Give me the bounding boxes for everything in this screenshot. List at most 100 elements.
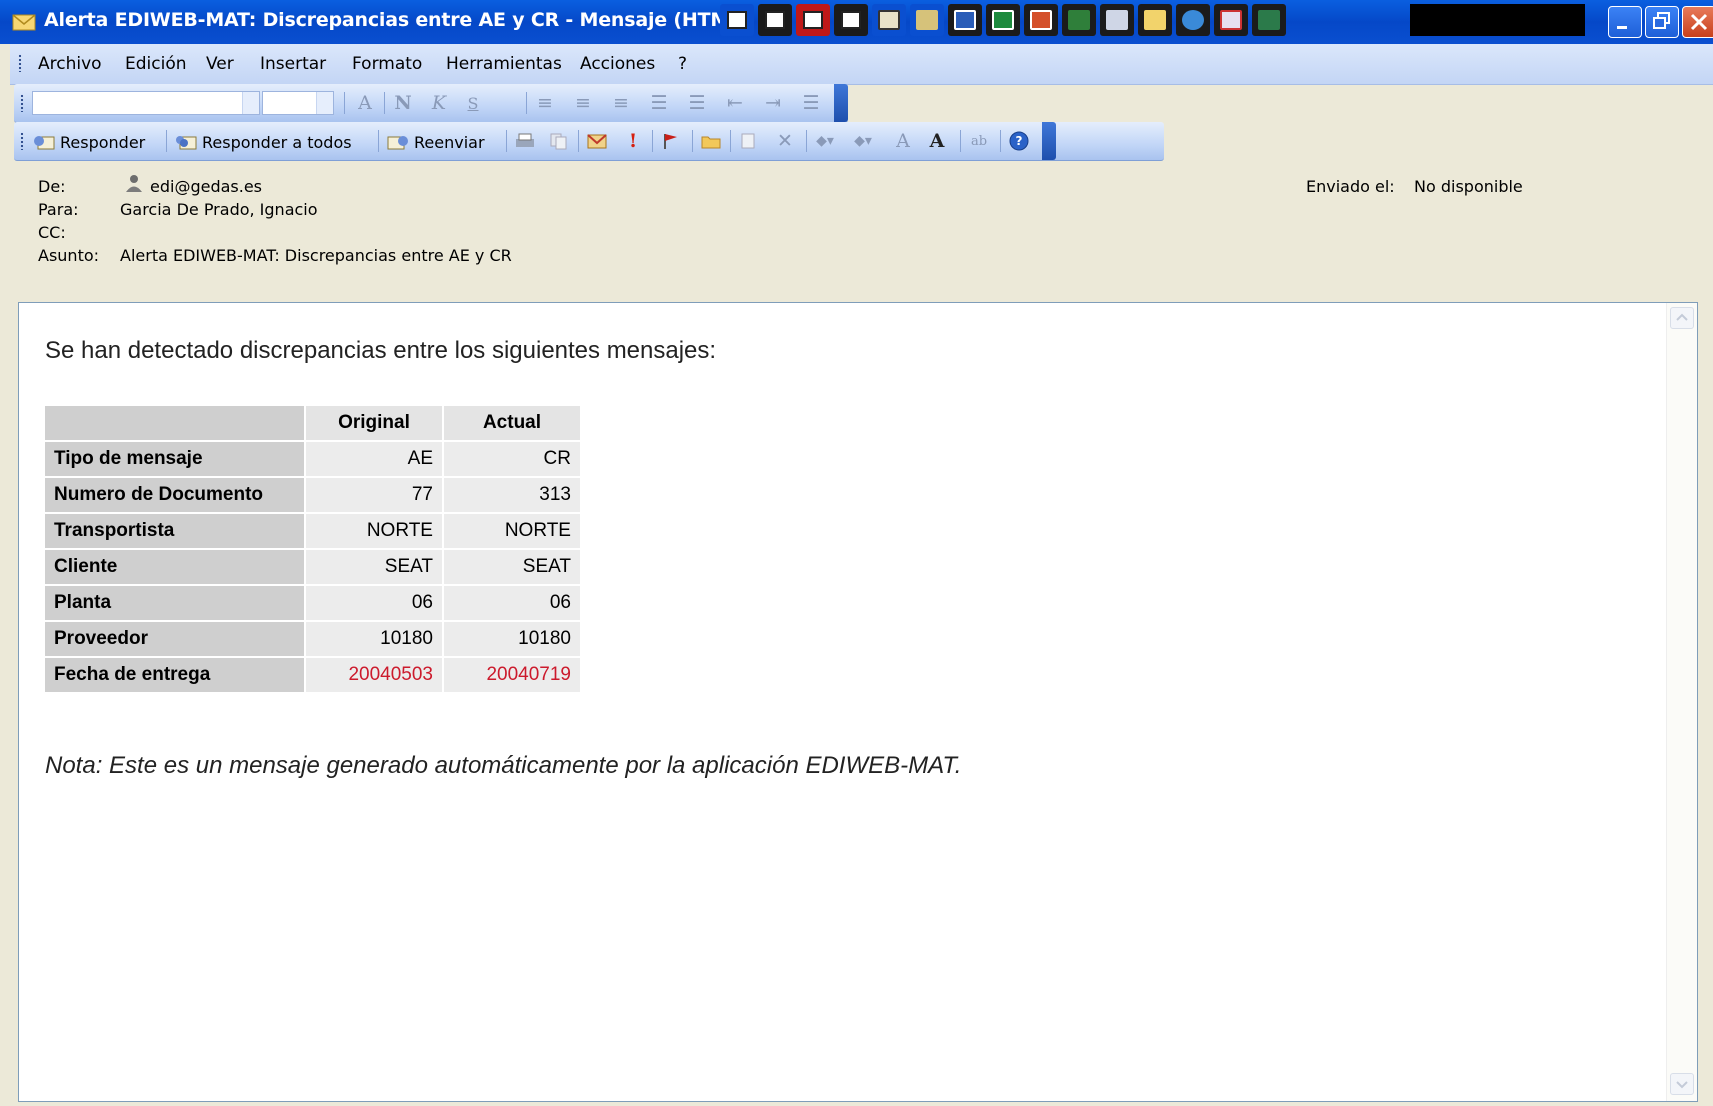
mark-unread-icon[interactable] <box>586 130 608 152</box>
reply-icon <box>34 136 55 150</box>
move-to-folder-icon[interactable] <box>700 130 722 152</box>
importance-icon[interactable]: ! <box>622 130 644 152</box>
align-left-icon[interactable]: ≡ <box>534 92 556 114</box>
original-value-discrepancy: 20040503 <box>304 656 444 694</box>
scroll-down-button[interactable] <box>1670 1073 1694 1095</box>
decrease-font-icon[interactable]: A <box>892 130 914 152</box>
table-row: Numero de Documento 77 313 <box>43 476 582 514</box>
original-value: 10180 <box>304 620 444 658</box>
word-icon[interactable] <box>948 4 982 36</box>
help-icon[interactable]: ? <box>1008 130 1030 152</box>
toolbar-options-chevron[interactable] <box>834 84 848 122</box>
menu-insertar[interactable]: Insertar <box>260 54 326 74</box>
standard-toolbar: Responder Responder a todos Reenviar ! ✕… <box>14 122 1164 161</box>
menu-grip-handle[interactable] <box>18 54 22 72</box>
menu-acciones[interactable]: Acciones <box>580 54 655 74</box>
browser-icon[interactable] <box>1176 4 1210 36</box>
reply-all-button[interactable]: Responder a todos <box>174 130 352 154</box>
increase-font-icon[interactable]: A <box>926 130 948 152</box>
message-body[interactable]: Se han detectado discrepancias entre los… <box>18 302 1698 1102</box>
decrease-indent-icon[interactable]: ⇤ <box>724 92 746 114</box>
font-name-combo[interactable] <box>32 91 260 115</box>
app-icon-4[interactable] <box>834 4 868 36</box>
svg-text:?: ? <box>1016 134 1023 148</box>
table-header-row: Original Actual <box>43 404 582 442</box>
menu-ver[interactable]: Ver <box>206 54 234 74</box>
actual-value: CR <box>442 440 582 478</box>
bullet-list-icon[interactable]: ☰ <box>686 92 708 114</box>
encoding-icon[interactable]: ab <box>968 130 990 152</box>
increase-indent-icon[interactable]: ⇥ <box>762 92 784 114</box>
formatting-toolbar: A N K S ≡ ≡ ≡ ☰ ☰ ⇤ ⇥ ☰ <box>14 84 848 123</box>
menu-formato[interactable]: Formato <box>352 54 422 74</box>
toolbar-options-chevron[interactable] <box>1042 122 1056 160</box>
restore-button[interactable] <box>1645 6 1679 38</box>
align-right-icon[interactable]: ≡ <box>610 92 632 114</box>
table-row: Transportista NORTE NORTE <box>43 512 582 550</box>
reply-all-label: Responder a todos <box>202 132 352 152</box>
font-color-icon[interactable]: A <box>354 92 376 114</box>
copy-icon[interactable] <box>548 130 570 152</box>
flag-icon[interactable] <box>660 130 682 152</box>
formatting-toolbar-grip[interactable] <box>20 94 24 112</box>
app-icon-14[interactable] <box>1214 4 1248 36</box>
table-row: Planta 06 06 <box>43 584 582 622</box>
menu-edicion[interactable]: Edición <box>125 54 187 74</box>
print-icon[interactable] <box>514 130 536 152</box>
title-bar[interactable]: Alerta EDIWEB-MAT: Discrepancias entre A… <box>0 0 1713 44</box>
actual-value: 10180 <box>442 620 582 658</box>
forward-button[interactable]: Reenviar <box>386 130 485 154</box>
menu-ayuda[interactable]: ? <box>678 54 687 74</box>
original-value: 06 <box>304 584 444 622</box>
horizontal-line-icon[interactable]: ☰ <box>800 92 822 114</box>
app-icon-6[interactable] <box>910 4 944 36</box>
standard-toolbar-grip[interactable] <box>20 132 24 150</box>
font-size-combo[interactable] <box>262 91 334 115</box>
subject-label: Asunto: <box>38 246 100 265</box>
previous-item-icon[interactable]: ◆▾ <box>814 130 836 152</box>
powerpoint-icon[interactable] <box>1024 4 1058 36</box>
actual-value: NORTE <box>442 512 582 550</box>
minimize-button[interactable] <box>1608 6 1642 38</box>
menu-herramientas[interactable]: Herramientas <box>446 54 562 74</box>
copy-item-icon[interactable] <box>738 130 760 152</box>
table-corner-cell <box>43 404 306 442</box>
align-center-icon[interactable]: ≡ <box>572 92 594 114</box>
vertical-scrollbar[interactable] <box>1666 303 1697 1101</box>
cc-label: CC: <box>38 223 66 242</box>
title-bar-overlay <box>1410 4 1585 36</box>
excel-icon[interactable] <box>986 4 1020 36</box>
delete-icon[interactable]: ✕ <box>774 130 796 152</box>
app-icon-10[interactable] <box>1062 4 1096 36</box>
original-value: 77 <box>304 476 444 514</box>
actual-value: 313 <box>442 476 582 514</box>
row-label: Tipo de mensaje <box>43 440 306 478</box>
scroll-up-button[interactable] <box>1670 307 1694 329</box>
toolbar-separator <box>730 130 731 152</box>
app-icon-11[interactable] <box>1100 4 1134 36</box>
underline-icon[interactable]: S <box>462 92 484 114</box>
app-icon-15[interactable] <box>1252 4 1286 36</box>
sent-value: No disponible <box>1414 177 1523 196</box>
numbered-list-icon[interactable]: ☰ <box>648 92 670 114</box>
discrepancy-table: Original Actual Tipo de mensaje AE CR Nu… <box>43 404 582 694</box>
app-icon-2[interactable] <box>758 4 792 36</box>
italic-icon[interactable]: K <box>428 92 450 114</box>
close-button[interactable] <box>1682 6 1713 38</box>
toolbar-separator <box>166 130 167 152</box>
original-value: SEAT <box>304 548 444 586</box>
next-item-icon[interactable]: ◆▾ <box>852 130 874 152</box>
app-icon-3[interactable] <box>796 4 830 36</box>
folder-icon[interactable] <box>1138 4 1172 36</box>
app-icon-5[interactable] <box>872 4 906 36</box>
reply-button[interactable]: Responder <box>32 130 145 154</box>
toolbar-separator <box>960 130 961 152</box>
toolbar-separator <box>526 92 527 114</box>
app-icon-1[interactable] <box>720 4 754 36</box>
to-value[interactable]: Garcia De Prado, Ignacio <box>120 200 318 219</box>
menu-archivo[interactable]: Archivo <box>38 54 102 74</box>
bold-icon[interactable]: N <box>392 92 414 114</box>
table-row-highlighted: Fecha de entrega 20040503 20040719 <box>43 656 582 694</box>
from-value[interactable]: edi@gedas.es <box>150 177 262 196</box>
restore-icon <box>1653 12 1670 29</box>
